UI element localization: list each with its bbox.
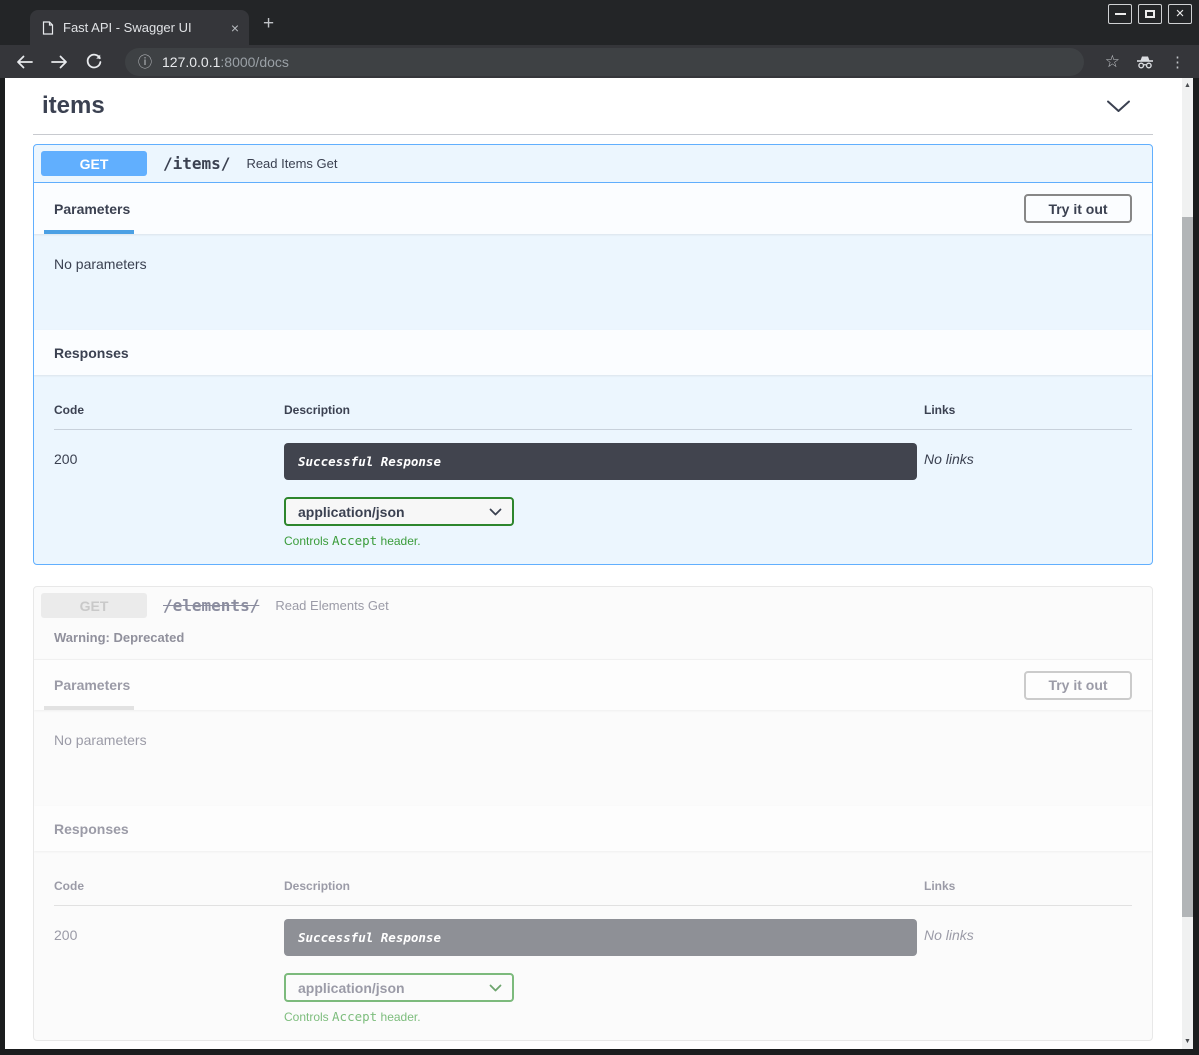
opblock-get-items: GET /items/ Read Items Get Parameters Tr… <box>33 144 1153 565</box>
parameters-section-header: Parameters Try it out <box>34 183 1152 234</box>
hint-prefix: Controls <box>284 534 332 548</box>
response-code: 200 <box>54 443 284 548</box>
reload-icon[interactable] <box>84 52 104 72</box>
scrollbar-thumb[interactable] <box>1182 217 1193 917</box>
browser-menu-icon[interactable]: ⋮ <box>1170 53 1185 71</box>
hint-suffix: header. <box>377 534 420 548</box>
deprecated-warning: Warning: Deprecated <box>34 618 1152 659</box>
url-host: 127.0.0.1 <box>162 54 220 70</box>
select-chevron-icon <box>489 508 502 516</box>
tag-title: items <box>42 92 105 120</box>
links-value: No links <box>924 443 1132 548</box>
no-parameters-text: No parameters <box>34 234 1152 330</box>
accept-header-hint: Controls Accept header. <box>284 533 924 548</box>
site-info-icon[interactable]: ⓘ <box>138 52 152 72</box>
maximize-icon <box>1145 10 1155 18</box>
links-column-header: Links <box>924 403 1132 417</box>
opblock-summary[interactable]: GET /items/ Read Items Get <box>34 145 1152 183</box>
parameters-section-header: Parameters Try it out <box>34 659 1152 710</box>
endpoint-path: /elements/ <box>163 596 259 615</box>
responses-table-header: Code Description Links <box>54 879 1132 906</box>
http-method-badge: GET <box>41 593 147 618</box>
response-description: Successful Response <box>284 443 917 480</box>
back-icon[interactable] <box>14 52 34 72</box>
chevron-down-icon[interactable] <box>1106 100 1131 113</box>
response-description-cell: Successful Response application/json Con… <box>284 919 924 1024</box>
media-type-value: application/json <box>298 980 405 996</box>
forward-icon[interactable] <box>49 52 69 72</box>
tag-section-header[interactable]: items <box>33 88 1153 135</box>
incognito-icon <box>1135 52 1155 72</box>
page-scrollbar[interactable]: ▲ ▼ <box>1182 78 1193 1049</box>
parameters-tab[interactable]: Parameters <box>54 183 130 234</box>
responses-table: Code Description Links 200 Successful Re… <box>34 375 1152 564</box>
tab-title: Fast API - Swagger UI <box>63 20 222 35</box>
operation-summary: Read Items Get <box>246 156 337 171</box>
hint-prefix: Controls <box>284 1010 332 1024</box>
accept-header-hint: Controls Accept header. <box>284 1009 924 1024</box>
select-chevron-icon <box>489 984 502 992</box>
browser-toolbar: ⓘ 127.0.0.1:8000/docs ☆ ⋮ <box>0 45 1199 78</box>
no-parameters-text: No parameters <box>34 710 1152 806</box>
code-column-header: Code <box>54 879 284 893</box>
responses-table: Code Description Links 200 Successful Re… <box>34 851 1152 1040</box>
code-column-header: Code <box>54 403 284 417</box>
bookmark-star-icon[interactable]: ☆ <box>1105 52 1120 72</box>
description-column-header: Description <box>284 403 924 417</box>
swagger-content: items GET /items/ Read Items Get Paramet… <box>5 78 1182 1049</box>
description-column-header: Description <box>284 879 924 893</box>
browser-titlebar: Fast API - Swagger UI × + × <box>0 0 1199 45</box>
tab-close-icon[interactable]: × <box>231 21 239 35</box>
operation-summary: Read Elements Get <box>275 598 388 613</box>
response-row: 200 Successful Response application/json… <box>54 906 1132 1024</box>
window-controls: × <box>1108 4 1192 24</box>
response-description: Successful Response <box>284 919 917 956</box>
response-description-cell: Successful Response application/json Con… <box>284 443 924 548</box>
responses-heading: Responses <box>34 806 1152 851</box>
page-document-icon <box>42 21 54 35</box>
endpoint-path: /items/ <box>163 154 230 173</box>
new-tab-button[interactable]: + <box>263 13 274 35</box>
response-code: 200 <box>54 919 284 1024</box>
responses-table-header: Code Description Links <box>54 403 1132 430</box>
media-type-select[interactable]: application/json <box>284 497 514 526</box>
minimize-button[interactable] <box>1108 4 1132 24</box>
media-type-value: application/json <box>298 504 405 520</box>
try-it-out-button[interactable]: Try it out <box>1024 194 1132 223</box>
links-value: No links <box>924 919 1132 1024</box>
scroll-down-icon[interactable]: ▼ <box>1182 1035 1193 1048</box>
try-it-out-button[interactable]: Try it out <box>1024 671 1132 700</box>
opblock-get-elements-deprecated: GET /elements/ Read Elements Get Warning… <box>33 586 1153 1041</box>
page-viewport: items GET /items/ Read Items Get Paramet… <box>5 78 1193 1049</box>
close-button[interactable]: × <box>1168 4 1192 24</box>
hint-code: Accept <box>332 1009 377 1024</box>
responses-heading: Responses <box>34 330 1152 375</box>
maximize-button[interactable] <box>1138 4 1162 24</box>
hint-code: Accept <box>332 533 377 548</box>
http-method-badge: GET <box>41 151 147 176</box>
address-bar[interactable]: ⓘ 127.0.0.1:8000/docs <box>125 48 1084 76</box>
parameters-tab[interactable]: Parameters <box>54 660 130 710</box>
browser-tab[interactable]: Fast API - Swagger UI × <box>30 10 249 45</box>
minimize-icon <box>1115 13 1126 15</box>
scroll-up-icon[interactable]: ▲ <box>1182 79 1193 92</box>
hint-suffix: header. <box>377 1010 420 1024</box>
response-row: 200 Successful Response application/json… <box>54 430 1132 548</box>
close-icon: × <box>1176 6 1185 21</box>
links-column-header: Links <box>924 879 1132 893</box>
url-path: :8000/docs <box>220 54 289 70</box>
opblock-summary[interactable]: GET /elements/ Read Elements Get <box>34 587 1152 618</box>
url-text[interactable]: 127.0.0.1:8000/docs <box>162 54 289 70</box>
media-type-select[interactable]: application/json <box>284 973 514 1002</box>
